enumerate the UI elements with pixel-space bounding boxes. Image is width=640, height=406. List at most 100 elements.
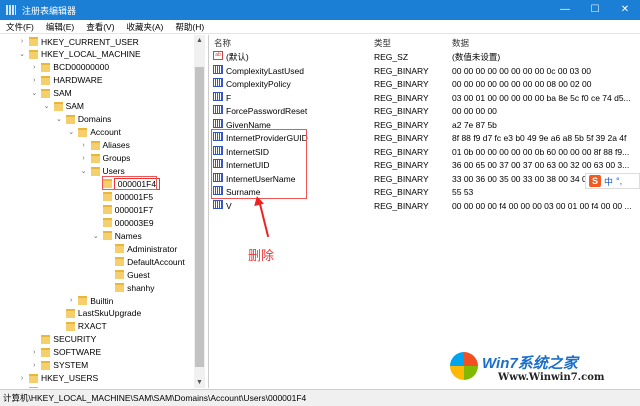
chevron-down-icon[interactable]: ⌄ [92, 232, 100, 240]
value-row[interactable]: ComplexityLastUsed REG_BINARY 00 00 00 00 … [213, 64, 633, 78]
tree-item-label: shanhy [127, 282, 155, 293]
folder-icon [90, 153, 100, 163]
close-button[interactable]: ✕ [610, 0, 640, 20]
chevron-right-icon[interactable]: › [18, 375, 26, 382]
value-row[interactable]: ab (默认) REG_SZ (数值未设置) [213, 51, 633, 64]
folder-icon [78, 296, 88, 305]
value-name: V [226, 200, 232, 211]
tree-item[interactable]: › SOFTWARE [30, 346, 101, 359]
chevron-right-icon[interactable]: › [67, 297, 75, 304]
ime-toolbar[interactable]: S 中 °, [585, 173, 640, 189]
tree-item[interactable]: › SYSTEM [30, 359, 88, 372]
tree-item-label: Builtin [90, 295, 114, 306]
tree-item[interactable]: › Aliases [80, 139, 130, 152]
menu-view[interactable]: 查看(V) [80, 20, 120, 33]
selected-key-highlight [102, 176, 157, 190]
delete-annotation: 删除 [248, 248, 275, 263]
tree-item[interactable]: 000001F5 [92, 190, 153, 203]
tree-item[interactable]: ⌄ Names [92, 229, 142, 242]
chevron-down-icon[interactable]: ⌄ [30, 89, 38, 97]
tree-item-label: Domains [77, 114, 112, 125]
tree-item-label: SYSTEM [53, 360, 89, 371]
tree-item[interactable]: RXACT [55, 320, 107, 333]
minimize-button[interactable]: — [550, 0, 580, 20]
folder-icon [102, 205, 112, 215]
column-header-name[interactable]: 名称 [214, 37, 231, 49]
tree-item[interactable]: 000001F7 [92, 203, 153, 216]
chevron-down-icon[interactable]: ⌄ [43, 102, 51, 110]
value-name: ForcePasswordReset [226, 106, 308, 116]
chevron-down-icon[interactable]: ⌄ [55, 115, 63, 123]
chevron-right-icon[interactable]: › [30, 64, 38, 71]
tree-item-label: HKEY_CURRENT_CONFIG [41, 386, 148, 388]
tree-item[interactable]: ⌄ HKEY_LOCAL_MACHINE [18, 48, 141, 61]
tree-item[interactable]: › Groups [80, 152, 130, 165]
folder-icon [29, 373, 38, 383]
scroll-down-icon[interactable]: ▼ [194, 379, 205, 386]
tree-item[interactable]: ›HKEY_CURRENT_CONFIG [18, 385, 148, 388]
scroll-up-icon[interactable]: ▲ [194, 37, 205, 44]
tree-item[interactable]: › BCD00000000 [30, 61, 109, 74]
value-name: (默认) [226, 52, 249, 62]
chevron-right-icon[interactable]: › [18, 38, 26, 45]
ime-punct[interactable]: °, [616, 176, 622, 186]
tree-item[interactable]: › Builtin [67, 294, 113, 307]
tree-item[interactable]: ⌄ Account [67, 126, 121, 139]
chevron-right-icon[interactable]: › [30, 349, 38, 356]
folder-icon [65, 308, 75, 318]
tree-item[interactable]: › HKEY_USERS [18, 372, 98, 385]
folder-icon [41, 334, 51, 344]
tree-item[interactable]: Guest [104, 268, 150, 281]
tree-item[interactable]: shanhy [104, 281, 155, 294]
chevron-down-icon[interactable]: ⌄ [80, 167, 88, 175]
menu-help[interactable]: 帮助(H) [169, 20, 210, 33]
tree-item[interactable]: Administrator [104, 242, 177, 255]
title-bar: 注册表编辑器 — ☐ ✕ [0, 0, 640, 20]
value-type: REG_BINARY [374, 133, 429, 143]
tree-item-label: BCD00000000 [53, 62, 110, 73]
tree-item-label: HKEY_USERS [41, 373, 99, 384]
tree-item[interactable]: ⌄ SAM [30, 87, 71, 100]
tree-item[interactable]: LastSkuUpgrade [55, 307, 141, 320]
tree-item[interactable]: SECURITY [30, 333, 96, 346]
regedit-icon [6, 5, 16, 15]
maximize-button[interactable]: ☐ [580, 0, 610, 20]
chevron-right-icon[interactable]: › [30, 362, 38, 369]
tree-item-label: HARDWARE [53, 75, 103, 86]
tree-item[interactable]: › HARDWARE [30, 74, 102, 87]
value-row[interactable]: ComplexityPolicy REG_BINARY 00 00 00 00 00… [213, 78, 633, 91]
tree-item-label: SAM [53, 88, 72, 99]
tree-item[interactable]: › HKEY_CURRENT_USER [18, 35, 139, 48]
ime-mode[interactable]: 中 [604, 175, 613, 188]
value-row[interactable]: F REG_BINARY 03 00 01 00 00 00 00 00 ba 8e… [213, 91, 633, 105]
chevron-right-icon[interactable]: › [30, 77, 38, 84]
menu-edit[interactable]: 编辑(E) [40, 20, 80, 33]
tree-item[interactable]: ⌄ SAM [43, 100, 84, 113]
chevron-down-icon[interactable]: ⌄ [18, 50, 26, 58]
folder-icon [102, 192, 112, 202]
tree-item-label: Aliases [102, 140, 130, 151]
folder-icon [102, 231, 112, 241]
chevron-right-icon[interactable]: › [80, 155, 88, 162]
value-row[interactable]: ForcePasswordReset REG_BINARY 00 00 00 00 [213, 105, 633, 118]
scrollbar-thumb[interactable] [195, 67, 204, 367]
chevron-down-icon[interactable]: ⌄ [67, 128, 75, 136]
menu-favorites[interactable]: 收藏夹(A) [121, 20, 170, 33]
menu-file[interactable]: 文件(F) [0, 20, 40, 33]
chevron-right-icon[interactable]: › [80, 142, 88, 149]
tree-item-label: Account [90, 127, 121, 138]
folder-icon [65, 114, 75, 124]
column-header-data[interactable]: 数据 [452, 37, 469, 49]
tree-item[interactable]: DefaultAccount [104, 255, 185, 268]
tree-item[interactable]: ⌄ Domains [55, 113, 112, 126]
tree-scrollbar[interactable]: ▲ ▼ [194, 35, 205, 388]
tree-item-label: SAM [65, 101, 85, 112]
value-type: REG_BINARY [374, 106, 429, 116]
tree-item-label: RXACT [77, 321, 107, 332]
tree-item-label: SOFTWARE [53, 347, 102, 358]
tree-item[interactable]: 000003E9 [92, 216, 154, 229]
folder-icon [41, 62, 51, 72]
value-type: REG_BINARY [374, 160, 429, 170]
column-header-type[interactable]: 类型 [374, 37, 391, 49]
value-row[interactable]: V REG_BINARY 00 00 00 00 f4 00 00 00 03 00… [213, 199, 633, 213]
